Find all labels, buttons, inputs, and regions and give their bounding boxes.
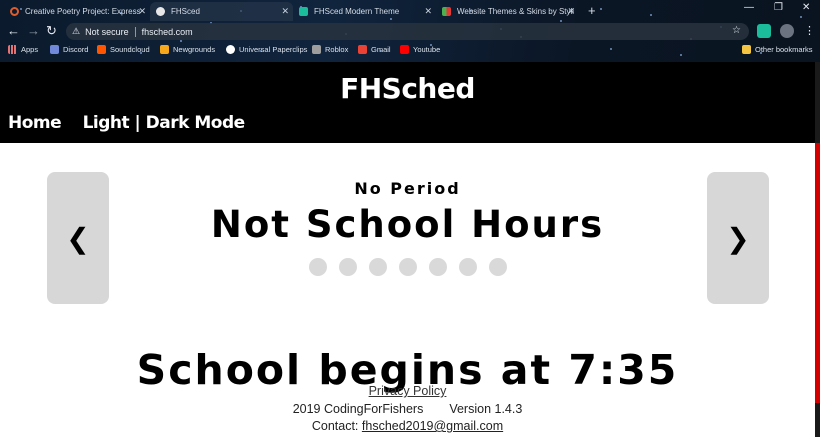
copyright-text: 2019 CodingForFishers bbox=[292, 402, 424, 416]
tab-strip: Creative Poetry Project: Express ✕ FHSce… bbox=[0, 0, 820, 21]
contact-label: Contact: bbox=[311, 419, 359, 433]
tab-favicon-icon bbox=[442, 7, 451, 16]
bookmark-universal-paperclips[interactable]: Universal Paperclips bbox=[226, 45, 307, 54]
carousel-dot[interactable] bbox=[339, 258, 357, 276]
bookmark-star-icon[interactable]: ☆ bbox=[732, 25, 741, 36]
bookmark-label: Other bookmarks bbox=[755, 45, 813, 54]
back-button[interactable]: ← bbox=[7, 24, 20, 38]
address-bar[interactable]: ⚠ Not secure fhsched.com ☆ bbox=[66, 23, 749, 40]
discord-icon bbox=[50, 45, 59, 54]
youtube-icon bbox=[400, 45, 409, 54]
close-icon[interactable]: ✕ bbox=[424, 6, 432, 17]
carousel-dot[interactable] bbox=[429, 258, 447, 276]
bookmark-roblox[interactable]: Roblox bbox=[312, 45, 348, 54]
tab-fhsced[interactable]: FHSced ✕ bbox=[150, 2, 293, 21]
tab-fhsced-modern-theme[interactable]: FHSced Modern Theme ✕ bbox=[293, 2, 436, 21]
tab-favicon-icon bbox=[299, 7, 308, 16]
browser-toolbar: ← → ↻ ⚠ Not secure fhsched.com ☆ ⋮ bbox=[0, 21, 820, 42]
soundcloud-icon bbox=[97, 45, 106, 54]
menu-icon[interactable]: ⋮ bbox=[804, 24, 815, 38]
carousel-indicators bbox=[309, 258, 519, 276]
theme-mode-toggle[interactable]: Light | Dark Mode bbox=[83, 113, 246, 133]
bookmark-apps[interactable]: Apps bbox=[8, 45, 38, 54]
reload-button[interactable]: ↻ bbox=[46, 24, 57, 38]
bookmark-youtube[interactable]: Youtube bbox=[400, 45, 440, 54]
url-text: fhsched.com bbox=[141, 26, 193, 37]
stylish-extension-icon[interactable] bbox=[757, 24, 771, 38]
carousel-dot[interactable] bbox=[459, 258, 477, 276]
bookmark-label: Newgrounds bbox=[173, 45, 216, 54]
site-header: FHSched Home Light | Dark Mode bbox=[0, 62, 815, 143]
bookmark-label: Apps bbox=[21, 45, 39, 54]
footer-contact: Contact: fhsched2019@gmail.com bbox=[0, 419, 815, 433]
carousel-dot[interactable] bbox=[309, 258, 327, 276]
bookmark-label: Universal Paperclips bbox=[239, 45, 308, 54]
tab-creative-poetry[interactable]: Creative Poetry Project: Express ✕ bbox=[4, 2, 150, 21]
bookmark-label: Soundcloud bbox=[110, 45, 150, 54]
bookmark-label: Roblox bbox=[325, 45, 349, 54]
browser-chrome: Creative Poetry Project: Express ✕ FHSce… bbox=[0, 0, 820, 62]
contact-email-link[interactable]: fhsched2019@gmail.com bbox=[362, 419, 503, 433]
tab-favicon-icon bbox=[156, 7, 165, 16]
tab-title: FHSced Modern Theme bbox=[314, 7, 400, 16]
close-icon[interactable]: ✕ bbox=[567, 6, 575, 17]
warning-icon: ⚠ bbox=[72, 26, 81, 36]
scrollbar-thumb[interactable] bbox=[815, 143, 820, 403]
site-title: FHSched bbox=[340, 72, 475, 105]
newgrounds-icon bbox=[160, 45, 169, 54]
folder-icon bbox=[742, 45, 751, 54]
privacy-policy-link[interactable]: Privacy Policy bbox=[0, 384, 815, 398]
schedule-status: Not School Hours bbox=[210, 203, 605, 246]
site-nav: Home Light | Dark Mode bbox=[8, 113, 261, 133]
globe-icon bbox=[226, 45, 235, 54]
divider bbox=[134, 26, 136, 37]
period-label: No Period bbox=[354, 179, 461, 198]
tab-title: FHSced bbox=[171, 7, 200, 16]
tab-website-themes[interactable]: Website Themes & Skins by Styli ✕ bbox=[436, 2, 579, 21]
version-text: Version 1.4.3 bbox=[449, 402, 523, 416]
profile-avatar[interactable] bbox=[780, 24, 794, 38]
restore-icon[interactable]: ❐ bbox=[774, 2, 783, 13]
window-close-icon[interactable]: ✕ bbox=[802, 2, 810, 13]
close-icon[interactable]: ✕ bbox=[138, 6, 146, 17]
close-icon[interactable]: ✕ bbox=[281, 6, 289, 17]
carousel-dot[interactable] bbox=[489, 258, 507, 276]
bookmark-label: Youtube bbox=[413, 45, 441, 54]
forward-button[interactable]: → bbox=[27, 24, 40, 38]
footer-copyright-line: 2019 CodingForFishers Version 1.4.3 bbox=[0, 402, 815, 416]
security-label: Not secure bbox=[85, 26, 129, 37]
tab-favicon-icon bbox=[10, 7, 19, 16]
roblox-icon bbox=[312, 45, 321, 54]
new-tab-button[interactable]: + bbox=[588, 3, 596, 18]
bookmark-gmail[interactable]: Gmail bbox=[358, 45, 391, 54]
bookmark-newgrounds[interactable]: Newgrounds bbox=[160, 45, 215, 54]
bookmark-label: Gmail bbox=[371, 45, 391, 54]
minimize-icon[interactable]: — bbox=[744, 2, 754, 13]
tab-title: Creative Poetry Project: Express bbox=[25, 7, 141, 16]
carousel-dot[interactable] bbox=[369, 258, 387, 276]
bookmark-soundcloud[interactable]: Soundcloud bbox=[97, 45, 150, 54]
bookmarks-bar: Apps Discord Soundcloud Newgrounds Unive… bbox=[0, 42, 820, 60]
bookmark-discord[interactable]: Discord bbox=[50, 45, 88, 54]
apps-icon bbox=[8, 45, 17, 54]
nav-home-link[interactable]: Home bbox=[8, 113, 62, 133]
bookmark-label: Discord bbox=[63, 45, 89, 54]
other-bookmarks[interactable]: Other bookmarks bbox=[742, 45, 813, 54]
carousel-dot[interactable] bbox=[399, 258, 417, 276]
gmail-icon bbox=[358, 45, 367, 54]
tab-title: Website Themes & Skins by Styli bbox=[457, 7, 575, 16]
